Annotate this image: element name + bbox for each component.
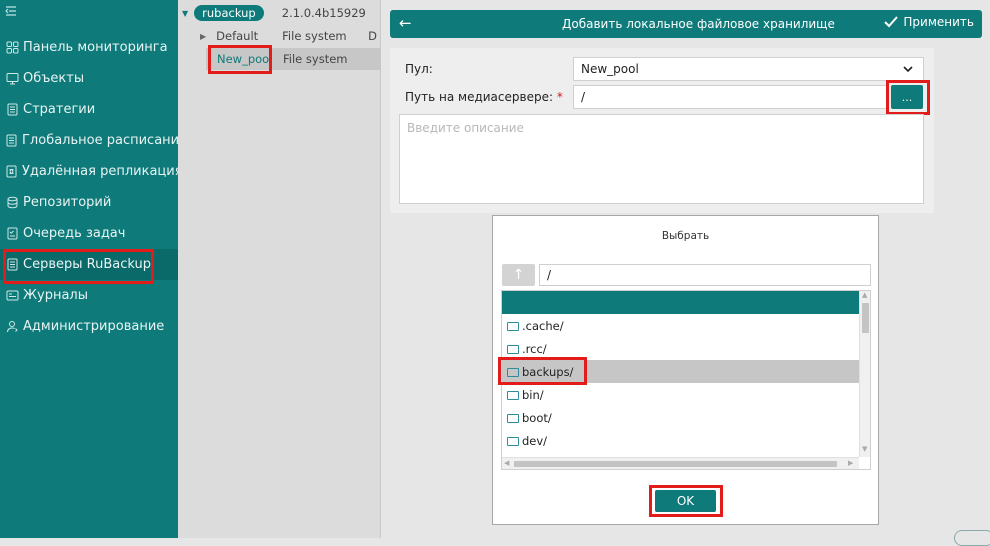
list-item-label: bin/	[522, 387, 544, 402]
tree-item-type: File system	[283, 52, 348, 66]
page-title: Добавить локальное файловое хранилище	[562, 17, 835, 31]
sidebar-item-administration[interactable]: Администрирование	[0, 311, 178, 342]
dialog-title: Выбрать	[661, 230, 710, 242]
sidebar-item-label: Журналы	[23, 288, 88, 303]
monitor-icon	[5, 72, 19, 86]
list-item[interactable]: dev/	[502, 429, 859, 452]
sidebar-item-repository[interactable]: Репозиторий	[0, 187, 178, 218]
sidebar-item-label: Панель мониторинга	[23, 40, 168, 55]
description-placeholder: Введите описание	[407, 121, 524, 135]
admin-user-icon	[5, 320, 19, 334]
tree-item-label: New_pool	[217, 52, 273, 66]
chevron-right-icon[interactable]: ▶	[200, 32, 206, 41]
sidebar-item-task-queue[interactable]: Очередь задач	[0, 218, 178, 249]
corner-control[interactable]	[954, 530, 990, 546]
path-input[interactable]: /	[573, 85, 889, 109]
list-selected-row[interactable]	[502, 291, 859, 314]
folder-icon	[507, 345, 519, 354]
scroll-down-arrow-icon[interactable]: ▼	[862, 445, 867, 453]
sidebar-item-strategies[interactable]: Стратегии	[0, 94, 178, 125]
sidebar-item-global-schedule[interactable]: Глобальное расписание	[0, 125, 187, 156]
arrow-up-icon: ↑	[512, 267, 525, 283]
scroll-left-arrow-icon[interactable]: ◀	[504, 459, 509, 467]
replication-icon	[5, 165, 18, 179]
check-icon	[884, 16, 899, 28]
sidebar-item-label: Стратегии	[23, 102, 96, 117]
queue-icon	[5, 227, 19, 241]
list-item[interactable]: boot/	[502, 406, 859, 429]
sidebar-item-rubackup-servers[interactable]: Серверы RuBackup	[0, 249, 178, 280]
description-textarea[interactable]: Введите описание	[399, 114, 924, 204]
sidebar-item-logs[interactable]: Журналы	[0, 280, 178, 311]
horizontal-scrollbar[interactable]: ◀ ▶	[502, 457, 859, 469]
list-item-label: boot/	[522, 410, 552, 425]
chevron-down-icon	[903, 66, 913, 73]
sidebar-item-dashboard[interactable]: Панель мониторинга	[0, 32, 178, 63]
path-label: Путь на медиасервере: *	[405, 90, 563, 104]
folder-icon	[507, 437, 519, 446]
tree-item-extra: D	[368, 29, 378, 43]
folder-icon	[507, 322, 519, 331]
list-item-label: .rcc/	[522, 341, 547, 356]
tree-item-label: Default	[216, 29, 259, 43]
tree-root-label: rubackup	[194, 5, 264, 21]
scroll-right-arrow-icon[interactable]: ▶	[848, 459, 853, 467]
dashboard-icon	[5, 41, 19, 55]
required-mark: *	[556, 90, 563, 104]
list-item-label: .cache/	[522, 318, 564, 333]
pool-label: Пул:	[405, 62, 433, 76]
sidebar-item-label: Глобальное расписание	[22, 133, 188, 148]
log-icon	[5, 289, 19, 303]
list-item[interactable]: .rcc/	[502, 337, 859, 360]
schedule-icon	[5, 134, 18, 148]
server-tree: ▼ rubackup 2.1.0.4b15929 Pi ▶ Default Fi…	[178, 0, 389, 538]
folder-icon	[507, 368, 519, 377]
horizontal-scroll-thumb[interactable]	[514, 461, 837, 467]
path-value: /	[581, 90, 586, 104]
sidebar-item-remote-replication[interactable]: Удалённая репликация	[0, 156, 183, 187]
pool-select[interactable]: New_pool	[573, 57, 924, 81]
collapse-menu-icon[interactable]	[5, 5, 17, 19]
document-icon	[5, 103, 19, 117]
list-item[interactable]: bin/	[502, 383, 859, 406]
dialog-path-value: /	[547, 268, 552, 282]
vertical-scroll-thumb[interactable]	[862, 303, 869, 333]
tree-row-default[interactable]: ▶ Default File system D	[200, 25, 380, 47]
up-directory-button[interactable]: ↑	[502, 264, 535, 286]
folder-icon	[507, 414, 519, 423]
tree-root-row[interactable]: ▼ rubackup 2.1.0.4b15929 Pi	[182, 2, 389, 24]
list-item-label: dev/	[522, 433, 548, 448]
sidebar-item-label: Репозиторий	[23, 195, 112, 210]
sidebar-item-label: Удалённая репликация	[22, 164, 183, 179]
tree-item-type: File system	[282, 29, 347, 43]
browse-button[interactable]: ...	[891, 85, 923, 109]
apply-label: Применить	[903, 15, 974, 29]
sidebar-item-label: Серверы RuBackup	[23, 257, 151, 272]
chevron-down-icon[interactable]: ▼	[182, 9, 188, 18]
list-item[interactable]: .cache/	[502, 314, 859, 337]
apply-button[interactable]: Применить	[883, 15, 974, 29]
server-icon	[5, 258, 19, 272]
sidebar: Панель мониторинга Объекты Стратегии Гло…	[0, 0, 187, 538]
tree-root-version: 2.1.0.4b15929	[281, 6, 366, 20]
vertical-scrollbar[interactable]: ▲ ▼	[859, 291, 870, 457]
sidebar-item-label: Объекты	[23, 71, 85, 86]
sidebar-item-objects[interactable]: Объекты	[0, 63, 178, 94]
dialog-path-input[interactable]: /	[539, 264, 871, 286]
dialog-header: ← Добавить локальное файловое хранилище …	[390, 10, 982, 38]
database-icon	[5, 196, 19, 210]
folder-icon	[507, 391, 519, 400]
tree-row-new-pool[interactable]: New_pool File system	[206, 48, 380, 70]
list-item[interactable]: backups/	[502, 360, 859, 383]
ok-button[interactable]: OK	[655, 490, 716, 512]
directory-list[interactable]: .cache/ .rcc/ backups/ bin/ boot/ dev/ ▲…	[501, 290, 871, 470]
pool-value: New_pool	[581, 62, 639, 76]
sidebar-item-label: Администрирование	[23, 319, 165, 334]
scroll-up-arrow-icon[interactable]: ▲	[862, 291, 867, 299]
sidebar-item-label: Очередь задач	[23, 226, 126, 241]
back-arrow-icon[interactable]: ←	[399, 14, 412, 32]
list-item-label: backups/	[522, 364, 574, 379]
